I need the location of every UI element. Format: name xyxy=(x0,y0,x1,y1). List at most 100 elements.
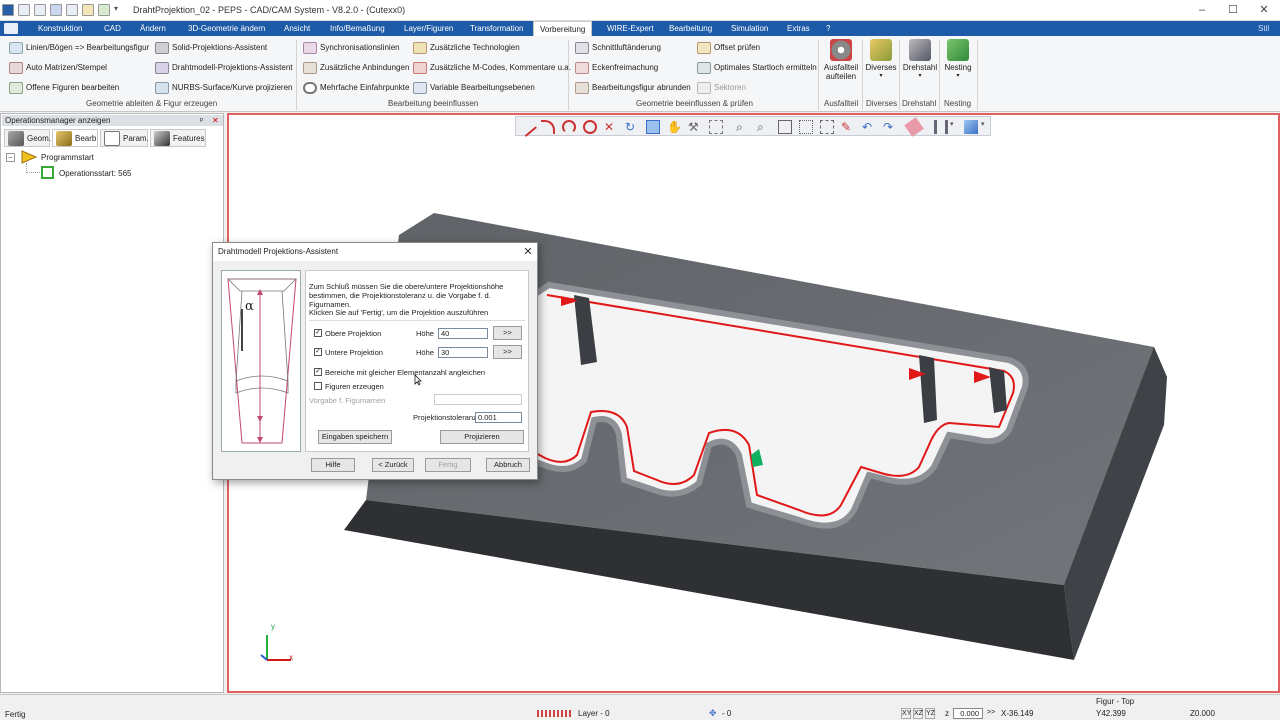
ribbon-m-codes-button[interactable]: Zusätzliche M-Codes, Kommentare u.a. xyxy=(412,60,571,76)
tree-item-operationsstart[interactable]: Operationsstart: 565 xyxy=(59,169,131,178)
ribbon-solid-projektion-button[interactable]: Solid-Projektions-Assistent xyxy=(154,40,267,56)
menu-3d-geometrie[interactable]: 3D-Geometrie ändern xyxy=(188,21,265,36)
ausfallteil-button[interactable]: Ausfallteil aufteilen xyxy=(821,39,861,81)
ribbon-drahtmodell-projektion-button[interactable]: Drahtmodell-Projektions-Assistent xyxy=(154,60,293,76)
eraser-icon[interactable] xyxy=(904,117,924,137)
vorgabe-figurnamen-input[interactable] xyxy=(434,394,522,405)
ribbon-startloch-button[interactable]: Optimales Startloch ermitteln xyxy=(696,60,817,76)
bereiche-angleichen-checkbox[interactable]: ✓ xyxy=(314,368,322,376)
zoom-window-icon[interactable]: ⌕ xyxy=(757,120,771,134)
menu-cad[interactable]: CAD xyxy=(104,21,121,36)
circle-arc-icon[interactable] xyxy=(562,120,576,134)
menu-layer-figuren[interactable]: Layer/Figuren xyxy=(404,21,453,36)
ribbon-auto-matrizen-button[interactable]: Auto Matrizen/Stempel xyxy=(8,60,107,76)
hilfe-button[interactable]: Hilfe xyxy=(311,458,355,472)
grid-select-icon[interactable] xyxy=(709,120,723,134)
tab-features[interactable]: Features xyxy=(150,129,206,147)
cross-tool-icon[interactable]: ✕ xyxy=(604,120,618,134)
close-window-button[interactable]: ✕ xyxy=(1249,2,1279,18)
dialog-close-button[interactable]: ✕ xyxy=(519,243,537,261)
figuren-erzeugen-checkbox[interactable] xyxy=(314,382,322,390)
diverses-button[interactable]: Diverses ▾ xyxy=(861,39,901,81)
ribbon-synchronisationslinien-button[interactable]: Synchronisationslinien xyxy=(302,40,400,56)
save-as-icon[interactable] xyxy=(66,4,78,16)
untere-more-button[interactable]: >> xyxy=(493,345,522,359)
pencil-icon[interactable]: ✎ xyxy=(841,120,855,134)
menu-simulation[interactable]: Simulation xyxy=(731,21,768,36)
drehstahl-button[interactable]: Drehstahl ▾ xyxy=(900,39,940,81)
undo-icon[interactable]: ↶ xyxy=(862,120,876,134)
layers-dropdown-icon[interactable]: ▾ xyxy=(950,120,958,134)
menu-wire-expert[interactable]: WIRE-Expert xyxy=(607,21,654,36)
menu-info-bemassung[interactable]: Info/Bemaßung xyxy=(330,21,385,36)
z-apply-button[interactable]: >> xyxy=(987,709,995,716)
eingaben-speichern-button[interactable]: Eingaben speichern xyxy=(318,430,392,444)
obere-more-button[interactable]: >> xyxy=(493,326,522,340)
ribbon-offene-figuren-button[interactable]: Offene Figuren bearbeiten xyxy=(8,80,119,96)
untere-hoehe-input[interactable]: 30 xyxy=(438,347,488,358)
ribbon-technologien-button[interactable]: Zusätzliche Technologien xyxy=(412,40,520,56)
ribbon-schnittluft-button[interactable]: Schnittluftänderung xyxy=(574,40,661,56)
menu-konstruktion[interactable]: Konstruktion xyxy=(38,21,82,36)
projektionstoleranz-input[interactable]: 0.001 xyxy=(475,412,522,423)
untere-projektion-checkbox[interactable]: ✓ xyxy=(314,348,322,356)
open-file-icon[interactable] xyxy=(34,4,46,16)
tree-item-programmstart[interactable]: Programmstart xyxy=(41,153,94,162)
arc-tool-icon[interactable] xyxy=(541,120,555,134)
rotate-tool-icon[interactable]: ↻ xyxy=(625,120,639,134)
menu-help[interactable]: ? xyxy=(826,21,830,36)
minimize-button[interactable]: – xyxy=(1187,2,1217,18)
plane-xz-button[interactable]: XZ xyxy=(913,708,923,719)
line-tool-icon[interactable] xyxy=(517,117,537,137)
style-menu[interactable]: Stil xyxy=(1258,21,1269,36)
z-input[interactable]: 0.000 xyxy=(953,708,983,719)
edit-icon[interactable] xyxy=(82,4,94,16)
redo-icon[interactable]: ↷ xyxy=(883,120,897,134)
menu-transformation[interactable]: Transformation xyxy=(470,21,524,36)
save-icon[interactable] xyxy=(50,4,62,16)
fertig-button[interactable]: Fertig xyxy=(425,458,471,472)
menu-extras[interactable]: Extras xyxy=(787,21,810,36)
ribbon-linien-boegen-button[interactable]: Linien/Bögen => Bearbeitungsfigur xyxy=(8,40,149,56)
pan-hand-icon[interactable]: ✋ xyxy=(667,120,682,134)
ribbon-einfahrpunkte-button[interactable]: Mehrfache Einfahrpunkte xyxy=(302,80,409,96)
system-menu-icon[interactable] xyxy=(4,23,18,34)
tree-collapse-icon[interactable]: − xyxy=(6,153,15,162)
panel-close-icon[interactable]: ✕ xyxy=(212,115,219,126)
zoom-selection-icon[interactable] xyxy=(820,120,834,134)
zoom-extents-icon[interactable] xyxy=(799,120,813,134)
plane-xy-button[interactable]: XY xyxy=(901,708,911,719)
zurueck-button[interactable]: < Zurück xyxy=(372,458,414,472)
ribbon-eckenfreimachung-button[interactable]: Eckenfreimachung xyxy=(574,60,658,76)
quick-access-dropdown-icon[interactable]: ▾ xyxy=(114,4,122,16)
maximize-button[interactable]: ☐ xyxy=(1218,2,1248,18)
new-file-icon[interactable] xyxy=(18,4,30,16)
menu-vorbereitung[interactable]: Vorbereitung xyxy=(533,21,593,36)
obere-hoehe-input[interactable]: 40 xyxy=(438,328,488,339)
menu-aendern[interactable]: Ändern xyxy=(140,21,166,36)
zoom-icon[interactable]: ⌕ xyxy=(736,120,750,134)
layers-icon[interactable] xyxy=(934,120,948,134)
pin-icon[interactable]: ᵖ xyxy=(200,115,203,126)
nesting-button[interactable]: Nesting ▾ xyxy=(938,39,978,81)
projizieren-button[interactable]: Projizieren xyxy=(440,430,524,444)
ribbon-offset-pruefen-button[interactable]: Offset prüfen xyxy=(696,40,760,56)
view-dropdown-icon[interactable]: ▾ xyxy=(981,120,989,134)
ribbon-abrunden-button[interactable]: Bearbeitungsfigur abrunden xyxy=(574,80,691,96)
ribbon-bearbeitungsebenen-button[interactable]: Variable Bearbeitungsebenen xyxy=(412,80,535,96)
wrench-icon[interactable]: ⚒ xyxy=(688,120,702,134)
obere-projektion-checkbox[interactable]: ✓ xyxy=(314,329,322,337)
tab-bearb[interactable]: Bearb xyxy=(52,129,98,147)
tab-param[interactable]: Param. xyxy=(100,129,149,147)
plane-yz-button[interactable]: YZ xyxy=(925,708,935,719)
circle-tool-icon[interactable] xyxy=(583,120,597,134)
view-cube-icon[interactable] xyxy=(964,120,978,134)
print-icon[interactable] xyxy=(98,4,110,16)
menu-bearbeitung[interactable]: Bearbeitung xyxy=(669,21,712,36)
layer-indicator[interactable]: Layer - 0 xyxy=(578,709,610,718)
ribbon-nurbs-projizieren-button[interactable]: NURBS-Surface/Kurve projizieren xyxy=(154,80,293,96)
snap-active-icon[interactable] xyxy=(646,120,660,134)
abbruch-button[interactable]: Abbruch xyxy=(486,458,530,472)
zoom-fit-icon[interactable] xyxy=(778,120,792,134)
ribbon-sektoren-button[interactable]: Sektoren xyxy=(696,80,746,96)
